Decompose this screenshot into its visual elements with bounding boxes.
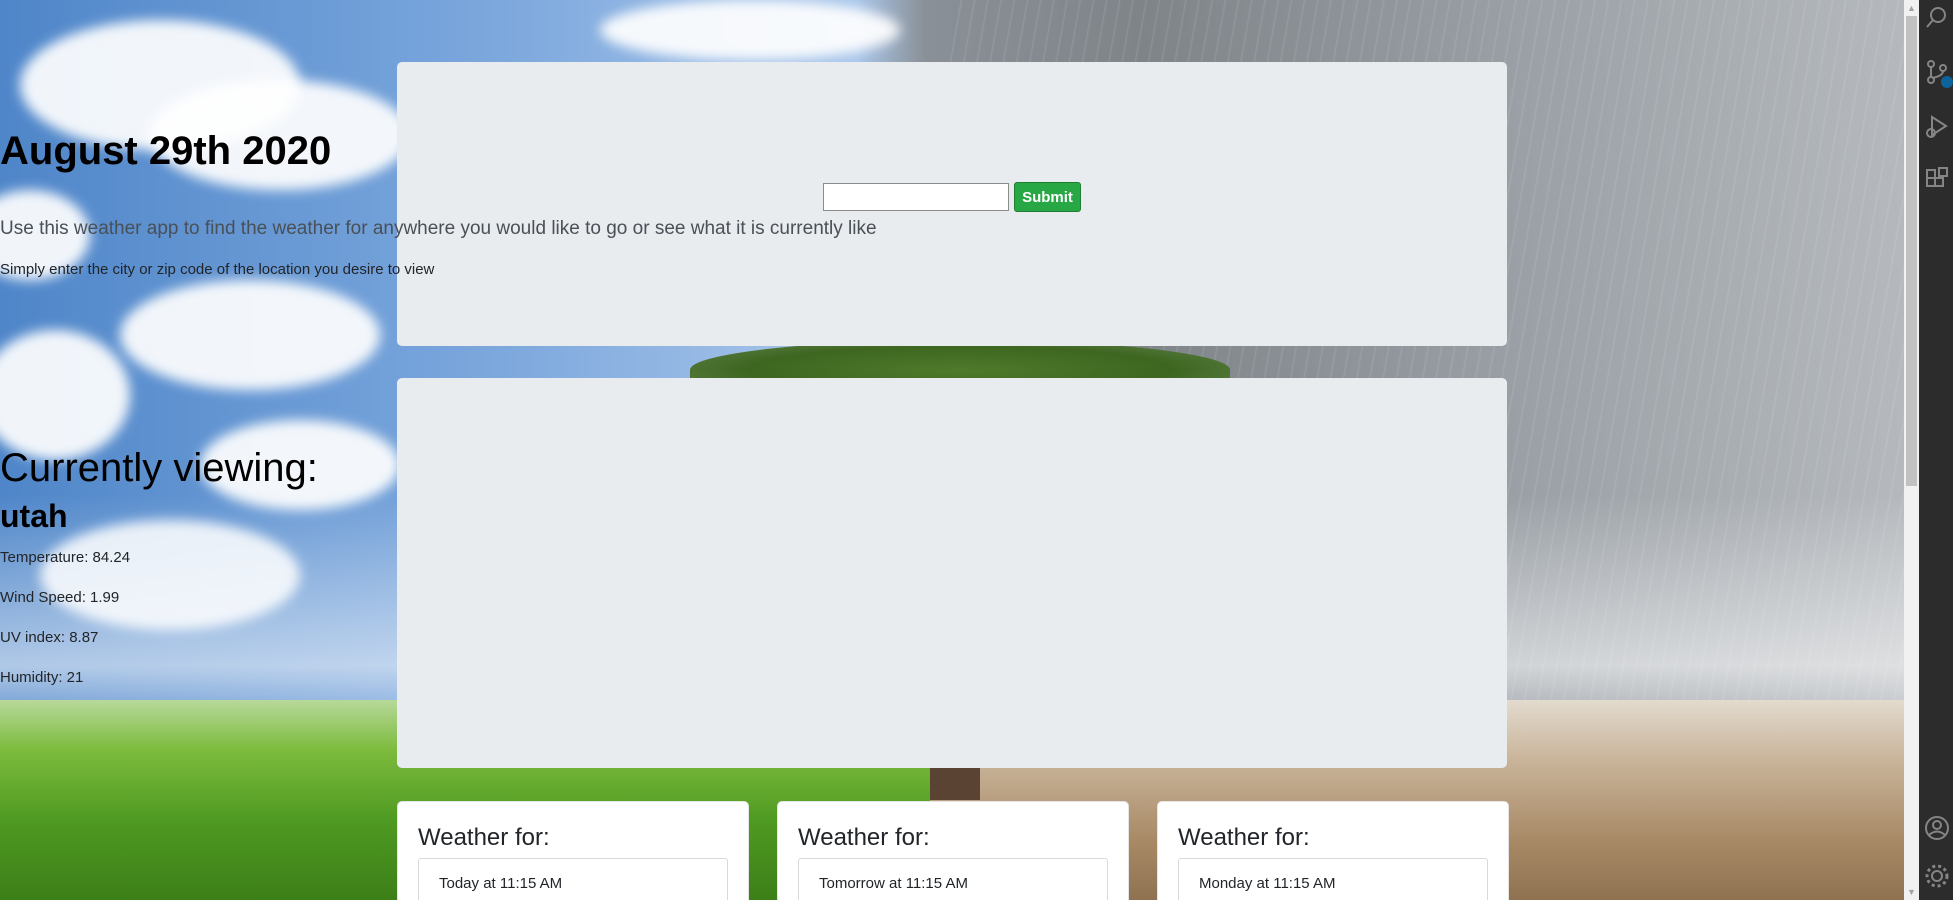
run-debug-icon[interactable] — [1923, 112, 1951, 140]
page-scrollbar[interactable]: ▲ ▼ — [1904, 0, 1919, 900]
scroll-up-arrow-icon[interactable]: ▲ — [1904, 0, 1919, 16]
forecast-card: Weather for: Tomorrow at 11:15 AM — [777, 801, 1129, 900]
source-control-icon[interactable] — [1923, 58, 1953, 88]
humidity-value: Humidity: 21 — [0, 669, 84, 686]
current-city: utah — [0, 498, 68, 534]
forecast-card-time: Monday at 11:15 AM — [1178, 858, 1488, 900]
background-cloud — [0, 330, 130, 460]
forecast-card-time: Tomorrow at 11:15 AM — [798, 858, 1108, 900]
extensions-icon[interactable] — [1923, 166, 1951, 194]
activity-bar — [1919, 0, 1953, 900]
source-control-badge — [1941, 76, 1953, 88]
search-icon[interactable] — [1923, 4, 1951, 32]
forecast-card-time: Today at 11:15 AM — [418, 858, 728, 900]
background-cloud — [600, 0, 900, 60]
currently-viewing-heading: Currently viewing: — [0, 446, 318, 490]
app-description: Use this weather app to find the weather… — [0, 218, 877, 239]
scroll-down-arrow-icon[interactable]: ▼ — [1904, 884, 1919, 900]
background-cloud — [120, 280, 380, 390]
uv-index-value: UV index: 8.87 — [0, 629, 99, 646]
forecast-card-title: Weather for: — [1178, 824, 1310, 851]
scrollbar-thumb[interactable] — [1906, 16, 1917, 486]
forecast-card-title: Weather for: — [798, 824, 930, 851]
forecast-card: Weather for: Today at 11:15 AM — [397, 801, 749, 900]
forecast-card-title: Weather for: — [418, 824, 550, 851]
temperature-value: Temperature: 84.24 — [0, 549, 131, 566]
date-heading: August 29th 2020 — [0, 129, 332, 173]
page-viewport: August 29th 2020 Submit Use this weather… — [0, 0, 1904, 900]
city-search-input[interactable] — [823, 183, 1010, 211]
submit-button[interactable]: Submit — [1014, 182, 1081, 212]
current-weather-panel — [397, 378, 1507, 768]
search-form: Submit — [0, 181, 1904, 213]
settings-gear-icon[interactable] — [1923, 862, 1951, 890]
forecast-card: Weather for: Monday at 11:15 AM — [1157, 801, 1509, 900]
account-icon[interactable] — [1923, 814, 1951, 842]
wind-speed-value: Wind Speed: 1.99 — [0, 589, 120, 606]
instructions-text: Simply enter the city or zip code of the… — [0, 261, 435, 278]
